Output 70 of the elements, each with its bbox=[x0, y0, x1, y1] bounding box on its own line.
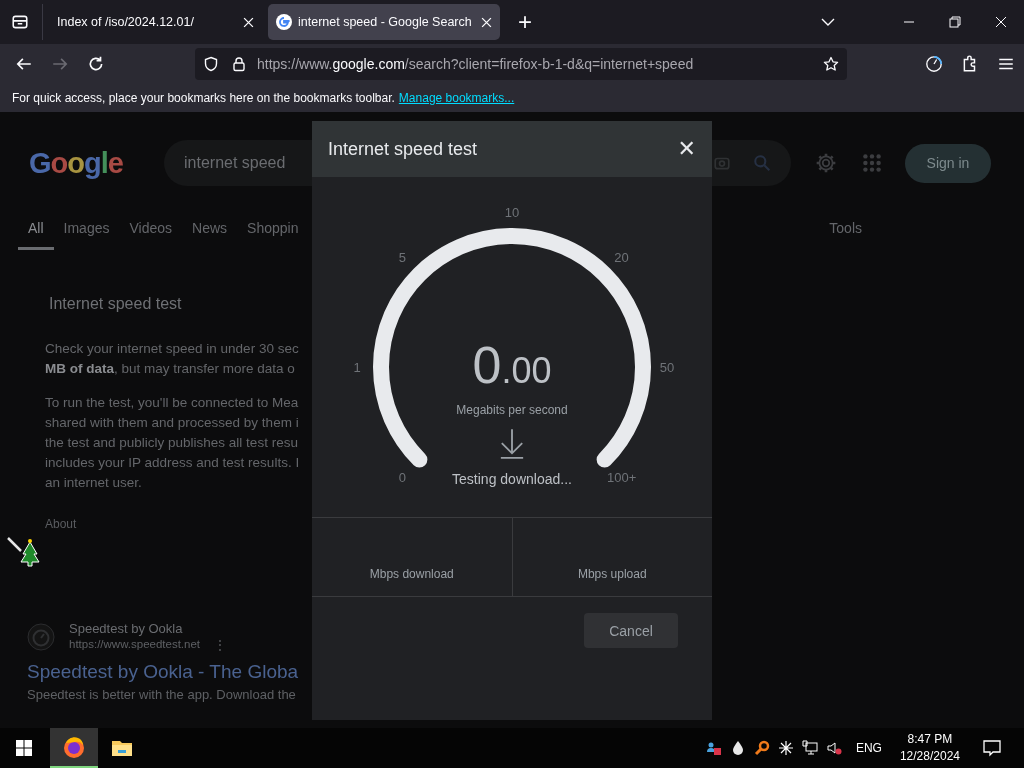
close-tab-icon[interactable] bbox=[481, 16, 492, 28]
clock[interactable]: 8:47 PM 12/28/2024 bbox=[899, 731, 960, 765]
speaker-muted-icon[interactable] bbox=[825, 740, 842, 756]
fox-globe-icon bbox=[62, 735, 86, 759]
description-line: shared with them and processed by them i bbox=[45, 414, 299, 432]
manage-bookmarks-link[interactable]: Manage bookmarks... bbox=[398, 91, 515, 105]
result-title-link[interactable]: Speedtest by Ookla - The Globa bbox=[27, 661, 299, 683]
gauge-tick-label: 1 bbox=[353, 360, 361, 375]
browser-tab[interactable]: internet speed - Google Search bbox=[268, 4, 500, 40]
about-link[interactable]: About bbox=[45, 517, 77, 531]
description-line: To run the test, you'll be connected to Mea bbox=[45, 394, 299, 412]
gauge-tick-label: 0 bbox=[398, 469, 406, 485]
magnifier-icon[interactable] bbox=[753, 740, 770, 756]
result-label: Mbps upload bbox=[577, 567, 647, 581]
network-icon[interactable] bbox=[801, 740, 818, 756]
lock-icon[interactable] bbox=[231, 56, 247, 72]
google-logo[interactable]: Google bbox=[29, 146, 139, 180]
tab-title: internet speed - Google Search bbox=[298, 15, 473, 29]
tree-cursor-icon bbox=[6, 536, 40, 570]
new-tab-button[interactable]: + bbox=[512, 10, 538, 34]
card-title: Internet speed test bbox=[49, 295, 182, 313]
asterisk-icon[interactable] bbox=[777, 740, 794, 756]
result-snippet: Speedtest is better with the app. Download the bbox=[27, 687, 296, 702]
search-tab[interactable]: Shoppin bbox=[237, 214, 309, 250]
tab-list-icon[interactable] bbox=[11, 13, 29, 31]
description-line: the test and publicly publishes all test resu bbox=[45, 434, 298, 452]
browser-tab[interactable]: Index of /iso/2024.12.01/ bbox=[42, 4, 264, 40]
reload-icon[interactable] bbox=[87, 55, 105, 73]
close-button[interactable]: ✕ bbox=[677, 138, 696, 160]
speed-unit: Megabits per second bbox=[456, 403, 568, 417]
close-tab-icon[interactable] bbox=[243, 16, 254, 28]
search-tab[interactable]: All bbox=[18, 214, 54, 250]
gauge-tick-label: 20 bbox=[614, 250, 629, 266]
close-window-icon[interactable] bbox=[993, 14, 1009, 30]
gauge-tick-label: 10 bbox=[504, 205, 520, 220]
restore-icon[interactable] bbox=[947, 14, 963, 30]
description-line: MB of data, but may transfer more data o bbox=[45, 360, 295, 378]
bookmarks-message: For quick access, place your bookmarks here on the bookmarks toolbar. bbox=[12, 91, 395, 105]
cancel-button[interactable]: Cancel bbox=[584, 613, 678, 648]
sign-in-button[interactable]: Sign in bbox=[905, 143, 991, 183]
result-url: https://www.speedtest.net bbox=[69, 638, 201, 652]
result-site-name: Speedtest by Ookla bbox=[69, 621, 184, 636]
input-language[interactable]: ENG bbox=[855, 741, 882, 755]
gauge-tick-label: 100+ bbox=[606, 469, 637, 485]
test-status: Testing download... bbox=[452, 471, 572, 487]
dialog-title: Internet speed test bbox=[328, 138, 478, 160]
search-tab[interactable]: Images bbox=[53, 214, 120, 250]
gauge-circle-icon[interactable] bbox=[925, 55, 943, 73]
tools-tab[interactable]: Tools bbox=[819, 214, 872, 250]
people-icon[interactable] bbox=[705, 740, 722, 756]
description-line: includes your IP address and test results. I bbox=[45, 454, 300, 472]
shield-icon[interactable] bbox=[203, 56, 219, 72]
tab-title: Index of /iso/2024.12.01/ bbox=[57, 15, 195, 29]
description-line: an internet user. bbox=[45, 474, 142, 492]
gauge-tick-label: 5 bbox=[398, 250, 406, 266]
search-tab[interactable]: News bbox=[182, 214, 238, 250]
url-text: https://www.google.com/search?client=firefox-b-1-d&q=internet+speed bbox=[257, 56, 694, 72]
speedometer-icon bbox=[27, 622, 55, 651]
download-arrow-icon bbox=[499, 427, 525, 461]
taskbar-app[interactable] bbox=[50, 728, 98, 768]
search-tab[interactable]: Videos bbox=[119, 214, 183, 250]
more-options-icon[interactable]: ⋮ bbox=[214, 638, 227, 652]
address-bar[interactable]: https://www.google.com/search?client=firefox-b-1-d&q=internet+speed bbox=[195, 48, 847, 80]
description-line: Check your internet speed in under 30 sec bbox=[45, 340, 299, 358]
windows-start-icon[interactable] bbox=[16, 740, 32, 756]
gauge-tick-label: 50 bbox=[659, 360, 675, 375]
notifications-icon[interactable] bbox=[982, 738, 1002, 758]
result-label: Mbps download bbox=[369, 567, 454, 581]
speed-value: 0.00 bbox=[472, 335, 552, 396]
star-icon[interactable] bbox=[823, 56, 839, 72]
